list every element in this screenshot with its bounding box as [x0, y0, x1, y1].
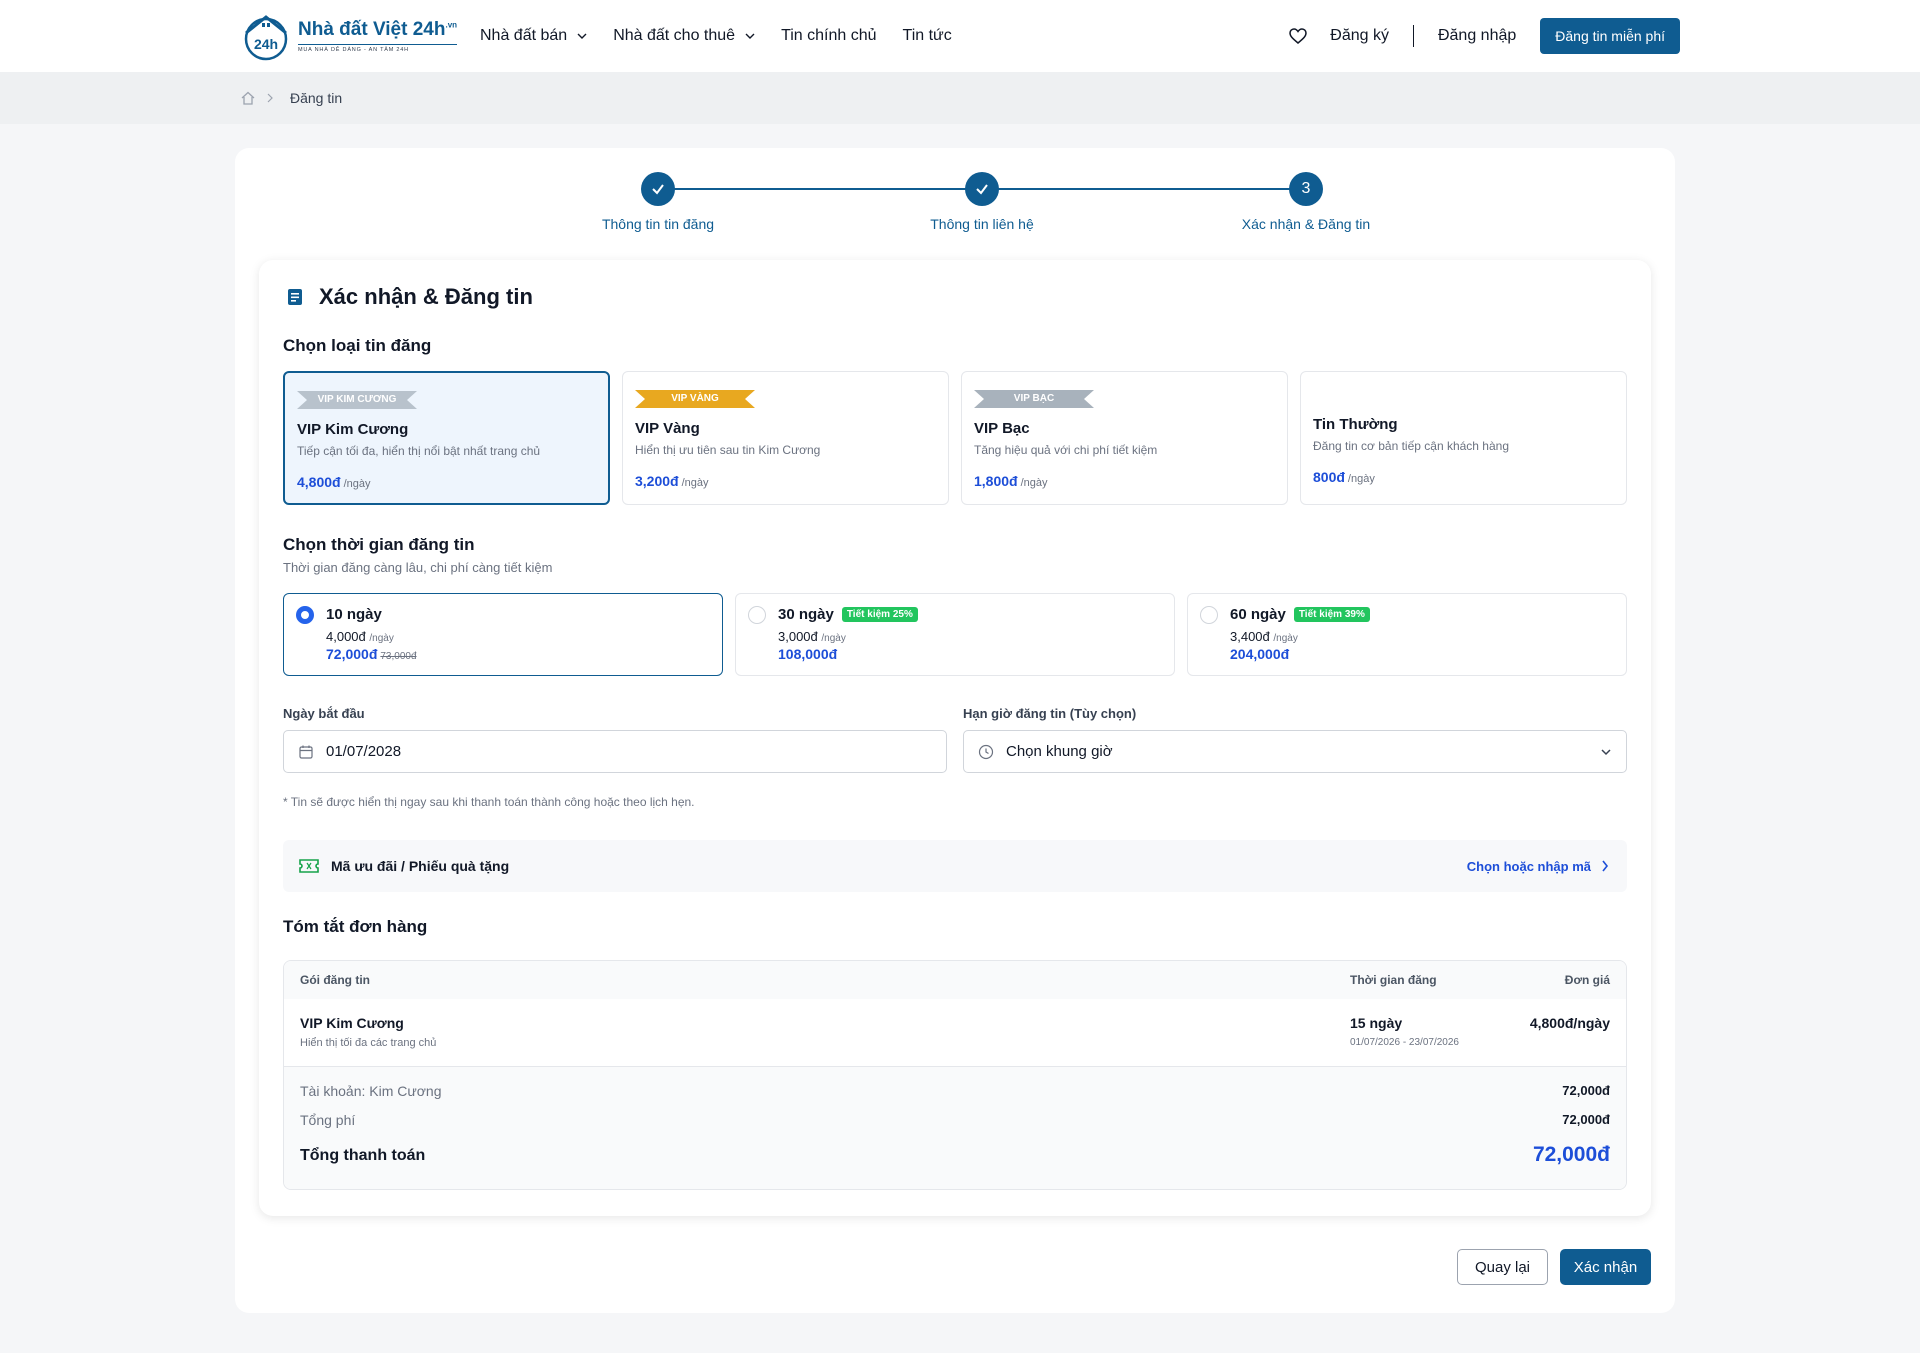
step-2[interactable]: Thông tin liên hệ	[882, 172, 1082, 232]
register-link[interactable]: Đăng ký	[1330, 27, 1389, 45]
step-label: Thông tin liên hệ	[930, 216, 1034, 232]
nav-item-sale[interactable]: Nhà đất bán	[480, 27, 587, 45]
chevron-down-icon	[577, 33, 587, 39]
confirm-section: Xác nhận & Đăng tin Chọn loại tin đăng V…	[259, 260, 1651, 1216]
start-date-input[interactable]: 01/07/2028	[283, 730, 947, 773]
chevron-down-icon	[1601, 748, 1611, 755]
step-3[interactable]: 3 Xác nhận & Đăng tin	[1206, 172, 1406, 232]
coupon-label: Mã ưu đãi / Phiếu quà tặng	[331, 858, 510, 874]
schedule-note: * Tin sẽ được hiển thị ngay sau khi than…	[283, 795, 695, 809]
clock-icon	[978, 744, 994, 759]
section-title: Xác nhận & Đăng tin	[285, 284, 533, 310]
package-card-gold[interactable]: VIP VÀNG VIP Vàng Hiển thị ưu tiên sau t…	[622, 371, 949, 505]
main-nav: Nhà đất bán Nhà đất cho thuê Tin chính c…	[480, 27, 952, 45]
duration-option-60[interactable]: 60 ngày Tiết kiệm 39% 3,400đ /ngày 204,00…	[1187, 593, 1627, 676]
nav-item-owner[interactable]: Tin chính chủ	[781, 27, 876, 45]
gold-badge: VIP VÀNG	[635, 384, 755, 414]
coupon-select-link[interactable]: Chọn hoặc nhập mã	[1467, 859, 1609, 874]
logo-mark-text: 24h	[254, 36, 278, 52]
divider	[1412, 25, 1414, 47]
summary-heading: Tóm tắt đơn hàng	[283, 917, 428, 936]
saving-badge: Tiết kiệm 25%	[841, 607, 918, 622]
stepper: Thông tin tin đăng Thông tin liên hệ 3 X…	[235, 172, 1675, 242]
diamond-badge: VIP KIM CƯƠNG	[297, 385, 417, 415]
logo-tagline: MUA NHÀ DỄ DÀNG - AN TÂM 24H	[298, 44, 458, 53]
step-number: 3	[1289, 172, 1323, 206]
heart-icon[interactable]	[1288, 26, 1308, 46]
package-card-standard[interactable]: Tin Thường Đăng tin cơ bản tiếp cận khác…	[1300, 371, 1627, 505]
radio-selected[interactable]	[296, 606, 314, 624]
top-header: 24h Nhà đất Việt 24h.vn MUA NHÀ DỄ DÀNG …	[0, 0, 1920, 72]
step-label: Xác nhận & Đăng tin	[1241, 216, 1371, 232]
time-slot-label: Hạn giờ đăng tin (Tùy chọn)	[963, 706, 1137, 721]
package-card-silver[interactable]: VIP BẠC VIP Bạc Tăng hiệu quả với chi ph…	[961, 371, 1288, 505]
duration-option-30[interactable]: 30 ngày Tiết kiệm 25% 3,000đ /ngày 108,00…	[735, 593, 1175, 676]
choose-time-subtitle: Thời gian đăng càng lâu, chi phí càng ti…	[283, 560, 553, 575]
duration-option-10[interactable]: 10 ngày 4,000đ /ngày 72,000đ 73,000đ	[283, 593, 723, 676]
site-logo[interactable]: 24h Nhà đất Việt 24h.vn MUA NHÀ DỄ DÀNG …	[240, 11, 480, 61]
ticket-icon	[299, 859, 319, 873]
choose-type-heading: Chọn loại tin đăng	[283, 336, 432, 355]
back-button[interactable]: Quay lại	[1457, 1249, 1548, 1285]
summary-totals: Tài khoản: Kim Cương 72,000đ Tổng phí 72…	[284, 1067, 1626, 1189]
choose-time-heading: Chọn thời gian đăng tin	[283, 535, 475, 554]
post-free-button[interactable]: Đăng tin miễn phí	[1540, 18, 1680, 54]
saving-badge: Tiết kiệm 39%	[1293, 607, 1370, 622]
silver-badge: VIP BẠC	[974, 384, 1094, 414]
logo-house-icon: 24h	[240, 11, 292, 61]
chevron-right-icon	[1602, 860, 1609, 872]
step-1[interactable]: Thông tin tin đăng	[558, 172, 758, 232]
post-wizard-card: Thông tin tin đăng Thông tin liên hệ 3 X…	[235, 148, 1675, 1313]
login-link[interactable]: Đăng nhập	[1438, 27, 1516, 45]
summary-header-row: Gói đăng tin Thời gian đăng Đơn giá	[284, 961, 1626, 999]
order-summary: Gói đăng tin Thời gian đăng Đơn giá VIP …	[283, 960, 1627, 1190]
radio-unselected[interactable]	[748, 606, 766, 624]
confirm-button[interactable]: Xác nhận	[1560, 1249, 1651, 1285]
summary-package-row: VIP Kim Cương Hiển thị tối đa các trang …	[284, 999, 1626, 1067]
time-slot-select[interactable]: Chọn khung giờ	[963, 730, 1627, 773]
breadcrumb: Đăng tin	[0, 72, 1920, 124]
breadcrumb-current: Đăng tin	[290, 90, 343, 106]
nav-item-news[interactable]: Tin tức	[903, 27, 952, 45]
start-date-label: Ngày bắt đầu	[283, 706, 365, 721]
nav-item-rent[interactable]: Nhà đất cho thuê	[613, 27, 755, 45]
document-icon	[288, 289, 302, 305]
check-icon	[641, 172, 675, 206]
logo-name: Nhà đất Việt 24h.vn	[298, 19, 458, 40]
coupon-row[interactable]: Mã ưu đãi / Phiếu quà tặng Chọn hoặc nhậ…	[283, 840, 1627, 892]
chevron-down-icon	[745, 33, 755, 39]
home-icon[interactable]	[240, 90, 256, 106]
radio-unselected[interactable]	[1200, 606, 1218, 624]
calendar-icon	[299, 745, 313, 759]
chevron-right-icon	[267, 93, 273, 103]
step-label: Thông tin tin đăng	[601, 216, 715, 232]
check-icon	[965, 172, 999, 206]
package-card-diamond[interactable]: VIP KIM CƯƠNG VIP Kim Cương Tiếp cận tối…	[283, 371, 610, 505]
